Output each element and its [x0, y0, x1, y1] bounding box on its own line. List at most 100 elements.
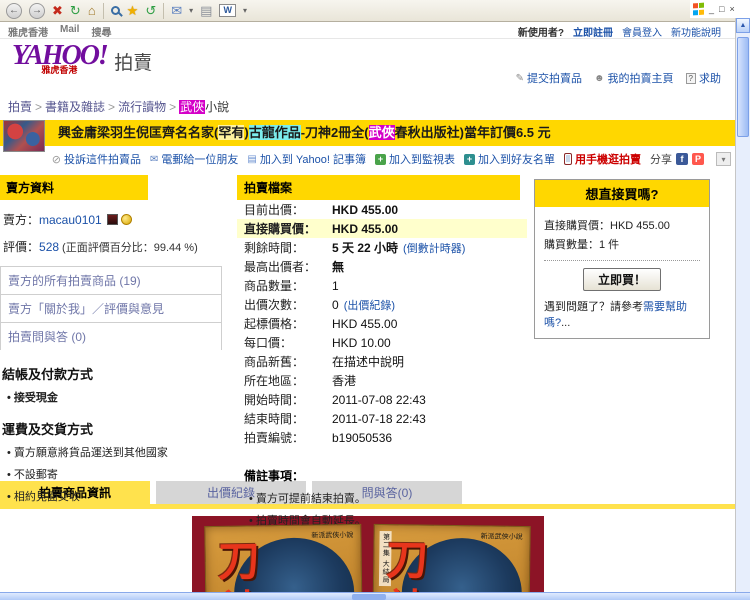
buy-now-price-label: 直接購買價：: [544, 220, 610, 232]
history-icon[interactable]: ↺: [145, 3, 156, 19]
browser-window: ← → ✖ ↻ ⌂ ★ ↺ ✉ ▾ ▤ W ▾ _ □ × 雅虎香港 Mail …: [0, 0, 750, 600]
buy-now-help: 遇到問題了？請參考需要幫助嗎?...: [544, 298, 700, 330]
seller-about-me-link[interactable]: 賣方「關於我」／評價與意見: [0, 294, 222, 322]
field-value: 0: [332, 298, 339, 312]
breadcrumb-link-auction[interactable]: 拍賣: [8, 100, 32, 114]
buy-now-qty-row: 購買數量：1 件: [544, 236, 700, 252]
whats-new-link[interactable]: 新功能說明: [671, 24, 721, 38]
word-dropdown-icon[interactable]: ▾: [243, 6, 247, 15]
shipping-item: 賣方願意將貨品運送到其他國家: [7, 444, 228, 460]
listing-thumbnail: [3, 120, 45, 152]
nav-link-mail[interactable]: Mail: [60, 24, 79, 38]
submit-item-link[interactable]: ✎ 提交拍賣品: [516, 70, 582, 86]
field-label: 所在地區：: [244, 372, 332, 389]
print-icon[interactable]: ▤: [200, 3, 212, 19]
shipping-item: 相約見面交收: [7, 488, 228, 504]
restore-button[interactable]: □: [718, 4, 725, 14]
email-friend-label: 電郵給一位朋友: [161, 151, 238, 167]
mail-dropdown-icon[interactable]: ▾: [189, 6, 193, 15]
close-button[interactable]: ×: [728, 4, 735, 14]
field-value: 2011-07-18 22:43: [332, 412, 426, 426]
favorites-icon[interactable]: ★: [127, 3, 139, 19]
register-link[interactable]: 立即註冊: [573, 24, 613, 38]
my-auction-page-link[interactable]: ☻ 我的拍賣主頁: [594, 70, 674, 86]
auction-row-bid-increment: 每口價： HKD 10.00: [237, 333, 527, 352]
back-icon[interactable]: ←: [6, 3, 22, 19]
auction-qna-link[interactable]: 拍賣問與答 (0): [0, 322, 222, 350]
refresh-icon[interactable]: ↻: [70, 3, 81, 19]
add-to-watchlist-link[interactable]: + 加入到監視表: [375, 151, 455, 167]
add-to-notepad-link[interactable]: ▤ 加入到 Yahoo! 記事簿: [247, 151, 366, 167]
minimize-button[interactable]: _: [708, 4, 715, 14]
login-link[interactable]: 會員登入: [622, 24, 662, 38]
product-photo: 新派武俠小說 刀 神 新派武俠小說 第二集 大結局 刀 神: [192, 516, 544, 600]
field-label: 商品新舊：: [244, 353, 332, 370]
rating-value-link[interactable]: 528: [39, 240, 59, 254]
home-icon[interactable]: ⌂: [88, 3, 96, 19]
breadcrumb-leaf-novel[interactable]: 小說: [205, 100, 229, 114]
plus-person-icon: +: [464, 154, 475, 165]
windows-logo-icon: [693, 3, 705, 16]
auction-row-buy-now-price: 直接購買價： HKD 455.00: [237, 219, 527, 238]
auction-panel: 拍賣檔案 目前出價： HKD 455.00 直接購買價： HKD 455.00 …: [237, 175, 537, 528]
field-value: HKD 455.00: [332, 222, 398, 236]
payment-header: 結帳及付款方式: [2, 364, 228, 383]
yahoo-logo[interactable]: YAHOO! 雅虎香港: [12, 42, 107, 76]
page-content: 雅虎香港 Mail 搜尋 新使用者? 立即註冊 會員登入 新功能說明 YAHOO…: [0, 22, 735, 600]
title-segment-highlight-cyan: 古龍作品: [249, 125, 301, 140]
field-label: 最高出價者：: [244, 258, 332, 275]
rating-row: 評價：528(正面評價百分比：99.44 %): [3, 238, 228, 255]
submit-item-label: 提交拍賣品: [527, 70, 582, 86]
seller-name-link[interactable]: macau0101: [39, 213, 102, 227]
add-to-friends-link[interactable]: + 加入到好友名單: [464, 151, 555, 167]
facebook-icon[interactable]: f: [676, 153, 688, 165]
field-value: 無: [332, 258, 344, 275]
person-icon: ☻: [594, 73, 605, 84]
notes-header: 備註事項：: [244, 467, 537, 484]
mobile-auction-link[interactable]: 用手機逛拍賣: [564, 151, 641, 167]
title-segment-highlight-yellow: 罕有: [218, 125, 244, 140]
help-link[interactable]: ? 求助: [686, 70, 721, 86]
buy-now-button[interactable]: 立即買！: [583, 268, 661, 291]
plurk-icon[interactable]: P: [692, 153, 704, 165]
search-icon[interactable]: [111, 6, 120, 15]
forward-icon[interactable]: →: [29, 3, 45, 19]
new-user-text: 新使用者?: [518, 24, 564, 38]
cover-title-char-top: 刀: [386, 539, 429, 582]
auction-row-current-bid: 目前出價： HKD 455.00: [237, 200, 527, 219]
seller-row: 賣方：macau0101: [3, 211, 228, 228]
vertical-scrollbar-thumb[interactable]: [737, 37, 749, 137]
countdown-timer-link[interactable]: (倒數計時器): [403, 240, 465, 256]
breadcrumb-separator: >: [169, 100, 176, 114]
email-friend-link[interactable]: ✉ 電郵給一位朋友: [150, 151, 238, 167]
share-dropdown-icon[interactable]: ▾: [716, 152, 731, 166]
rating-label: 評價：: [3, 240, 39, 254]
word-edit-icon[interactable]: W: [219, 4, 236, 17]
horizontal-scrollbar[interactable]: [0, 592, 750, 600]
horizontal-scrollbar-thumb[interactable]: [352, 594, 386, 600]
title-segment-highlight-magenta: 武俠: [369, 125, 395, 140]
add-to-watchlist-label: 加入到監視表: [389, 151, 455, 167]
yahoo-property-nav: 雅虎香港 Mail 搜尋 新使用者? 立即註冊 會員登入 新功能說明: [0, 22, 735, 39]
mail-icon[interactable]: ✉: [171, 3, 182, 19]
store-badge-icon: [107, 214, 118, 225]
vertical-scrollbar[interactable]: ▲: [735, 18, 750, 592]
report-icon: ⊘: [52, 153, 61, 166]
bid-history-link[interactable]: (出價紀錄): [344, 297, 395, 313]
scroll-up-arrow[interactable]: ▲: [736, 18, 750, 33]
nav-link-yahoo-hk[interactable]: 雅虎香港: [8, 24, 48, 38]
stop-icon[interactable]: ✖: [52, 3, 63, 19]
note-item: 賣方可提前結束拍賣。: [249, 490, 537, 506]
breadcrumb-highlight-wuxia[interactable]: 武俠: [179, 100, 205, 114]
rating-medal-icon: [121, 214, 132, 225]
share-label: 分享: [650, 151, 672, 167]
breadcrumb-link-books[interactable]: 書籍及雜誌: [45, 100, 105, 114]
add-to-notepad-label: 加入到 Yahoo! 記事簿: [260, 151, 366, 167]
field-value: HKD 455.00: [332, 203, 398, 217]
nav-link-search[interactable]: 搜尋: [91, 24, 111, 38]
seller-all-items-link[interactable]: 賣方的所有拍賣商品 (19): [0, 266, 222, 294]
field-label: 出價次數：: [244, 296, 332, 313]
breadcrumb-link-popular[interactable]: 流行讀物: [118, 100, 166, 114]
report-item-link[interactable]: ⊘ 投訴這件拍賣品: [52, 151, 141, 167]
report-item-label: 投訴這件拍賣品: [64, 151, 141, 167]
